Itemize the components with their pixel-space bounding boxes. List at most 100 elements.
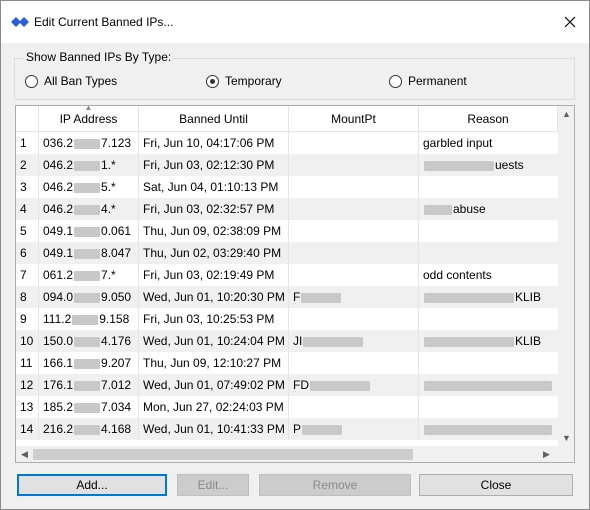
row-number-cell: 4 <box>16 198 39 220</box>
horizontal-scrollbar[interactable]: ◀ ▶ <box>16 446 558 462</box>
reason-visible-text: KLIB <box>515 334 542 348</box>
radio-circle[interactable] <box>25 74 38 88</box>
banned-until-cell: Wed, Jun 01, 10:20:30 PM <box>139 286 289 308</box>
table-row[interactable]: 2 046.2 1.* Fri, Jun 03, 02:12:30 PM uests <box>16 154 558 176</box>
ip-prefix: 094.0 <box>43 290 74 304</box>
redacted-block <box>424 292 514 303</box>
radio-permanent[interactable]: Permanent <box>389 74 467 88</box>
radio-circle-selected[interactable] <box>206 74 219 88</box>
table-row[interactable]: 12 176.1 7.012 Wed, Jun 01, 07:49:02 PM FD <box>16 374 558 396</box>
remove-button[interactable]: Remove <box>259 474 411 496</box>
scroll-right-icon[interactable]: ▶ <box>543 449 550 460</box>
ip-address-cell: 111.2 9.158 <box>39 308 139 330</box>
column-header-banned-until[interactable]: Banned Until <box>139 106 289 132</box>
row-number-cell: 10 <box>16 330 39 352</box>
mountpt-visible-text: JI <box>293 334 303 348</box>
reason-visible-text: abuse <box>453 202 486 216</box>
reason-cell: KLIB <box>419 330 558 352</box>
mountpt-cell <box>289 154 419 176</box>
ip-suffix: 7.034 <box>101 400 132 414</box>
table-row[interactable]: 3 046.2 5.* Sat, Jun 04, 01:10:13 PM <box>16 176 558 198</box>
banned-until-cell: Mon, Jun 27, 02:24:03 PM <box>139 396 289 418</box>
ip-prefix: 216.2 <box>43 422 74 436</box>
banned-until-cell: Fri, Jun 03, 02:12:30 PM <box>139 154 289 176</box>
redacted-block <box>74 380 101 391</box>
table-row[interactable]: 6 049.1 8.047 Thu, Jun 02, 03:29:40 PM <box>16 242 558 264</box>
table-row[interactable]: 7 061.2 7.* Fri, Jun 03, 02:19:49 PM odd con… <box>16 264 558 286</box>
close-button[interactable]: Close <box>419 474 573 496</box>
reason-cell <box>419 176 558 198</box>
add-button[interactable]: Add... <box>17 474 167 496</box>
redacted-block <box>74 336 101 347</box>
row-number-cell: 9 <box>16 308 39 330</box>
vertical-scrollbar[interactable]: ▲ ▼ <box>558 106 574 446</box>
table-row[interactable]: 10 150.0 4.176 Wed, Jun 01, 10:24:04 PM JI KL… <box>16 330 558 352</box>
mountpt-cell: FD <box>289 374 419 396</box>
ip-suffix: 0.061 <box>101 224 132 238</box>
redacted-block <box>74 358 101 369</box>
table-row[interactable]: 9 111.2 9.158 Fri, Jun 03, 10:25:53 PM <box>16 308 558 330</box>
mountpt-cell <box>289 352 419 374</box>
ban-type-group-label: Show Banned IPs By Type: <box>24 50 174 64</box>
close-icon[interactable] <box>555 9 585 35</box>
table-row[interactable]: 11 166.1 9.207 Thu, Jun 09, 12:10:27 PM <box>16 352 558 374</box>
ip-suffix: 7.* <box>101 268 116 282</box>
ip-address-cell: 166.1 9.207 <box>39 352 139 374</box>
mountpt-cell <box>289 308 419 330</box>
radio-all-ban-types[interactable]: All Ban Types <box>25 74 117 88</box>
radio-label: Permanent <box>408 74 467 88</box>
row-number-cell: 2 <box>16 154 39 176</box>
reason-cell <box>419 242 558 264</box>
column-header-mountpt[interactable]: MountPt <box>289 106 419 132</box>
banned-ips-list[interactable]: ▲ IP Address Banned Until MountPt Reason… <box>15 105 575 463</box>
ip-suffix: 4.* <box>101 202 116 216</box>
banned-until-cell: Fri, Jun 10, 04:17:06 PM <box>139 132 289 154</box>
ip-address-cell: 061.2 7.* <box>39 264 139 286</box>
redacted-block <box>302 424 343 435</box>
scroll-up-icon[interactable]: ▲ <box>562 109 571 119</box>
column-header-reason[interactable]: Reason <box>419 106 558 132</box>
mountpt-cell: F <box>289 286 419 308</box>
reason-cell <box>419 374 558 396</box>
banned-until-cell: Wed, Jun 01, 07:49:02 PM <box>139 374 289 396</box>
table-row[interactable]: 4 046.2 4.* Fri, Jun 03, 02:32:57 PM abuse <box>16 198 558 220</box>
reason-cell: abuse <box>419 198 558 220</box>
ip-prefix: 061.2 <box>43 268 74 282</box>
table-row[interactable]: 14 216.2 4.168 Wed, Jun 01, 10:41:33 PM P <box>16 418 558 440</box>
ip-prefix: 036.2 <box>43 136 74 150</box>
horizontal-scroll-thumb[interactable] <box>33 449 413 460</box>
redacted-block <box>424 160 494 171</box>
redacted-block <box>74 270 101 281</box>
redacted-block <box>72 314 99 325</box>
table-row[interactable]: 8 094.0 9.050 Wed, Jun 01, 10:20:30 PM F KLIB <box>16 286 558 308</box>
row-number-cell: 14 <box>16 418 39 440</box>
edit-banned-ips-dialog: Edit Current Banned IPs... Show Banned I… <box>0 0 590 510</box>
mountpt-cell <box>289 396 419 418</box>
edit-button[interactable]: Edit... <box>177 474 249 496</box>
title-bar[interactable]: Edit Current Banned IPs... <box>1 1 589 43</box>
redacted-block <box>74 160 101 171</box>
mountpt-cell <box>289 132 419 154</box>
row-number-cell: 3 <box>16 176 39 198</box>
redacted-block <box>424 204 452 215</box>
scroll-left-icon[interactable]: ◀ <box>21 449 28 460</box>
ip-suffix: 1.* <box>101 158 116 172</box>
ip-suffix: 4.168 <box>101 422 132 436</box>
ip-suffix: 5.* <box>101 180 116 194</box>
reason-visible-text: odd contents <box>423 268 492 282</box>
banned-until-cell: Thu, Jun 09, 12:10:27 PM <box>139 352 289 374</box>
ip-suffix: 7.123 <box>101 136 132 150</box>
row-number-cell: 1 <box>16 132 39 154</box>
column-header-row-number[interactable] <box>16 106 39 132</box>
scroll-down-icon[interactable]: ▼ <box>562 433 571 443</box>
table-row[interactable]: 13 185.2 7.034 Mon, Jun 27, 02:24:03 PM <box>16 396 558 418</box>
table-row[interactable]: 1 036.2 7.123 Fri, Jun 10, 04:17:06 PM garbl… <box>16 132 558 154</box>
radio-temporary[interactable]: Temporary <box>206 74 282 88</box>
banned-until-cell: Wed, Jun 01, 10:24:04 PM <box>139 330 289 352</box>
row-number-cell: 6 <box>16 242 39 264</box>
table-row[interactable]: 5 049.1 0.061 Thu, Jun 09, 02:38:09 PM <box>16 220 558 242</box>
column-header-ip-address[interactable]: ▲ IP Address <box>39 106 139 132</box>
mountpt-cell: JI <box>289 330 419 352</box>
radio-circle[interactable] <box>389 74 402 88</box>
banned-until-cell: Fri, Jun 03, 10:25:53 PM <box>139 308 289 330</box>
